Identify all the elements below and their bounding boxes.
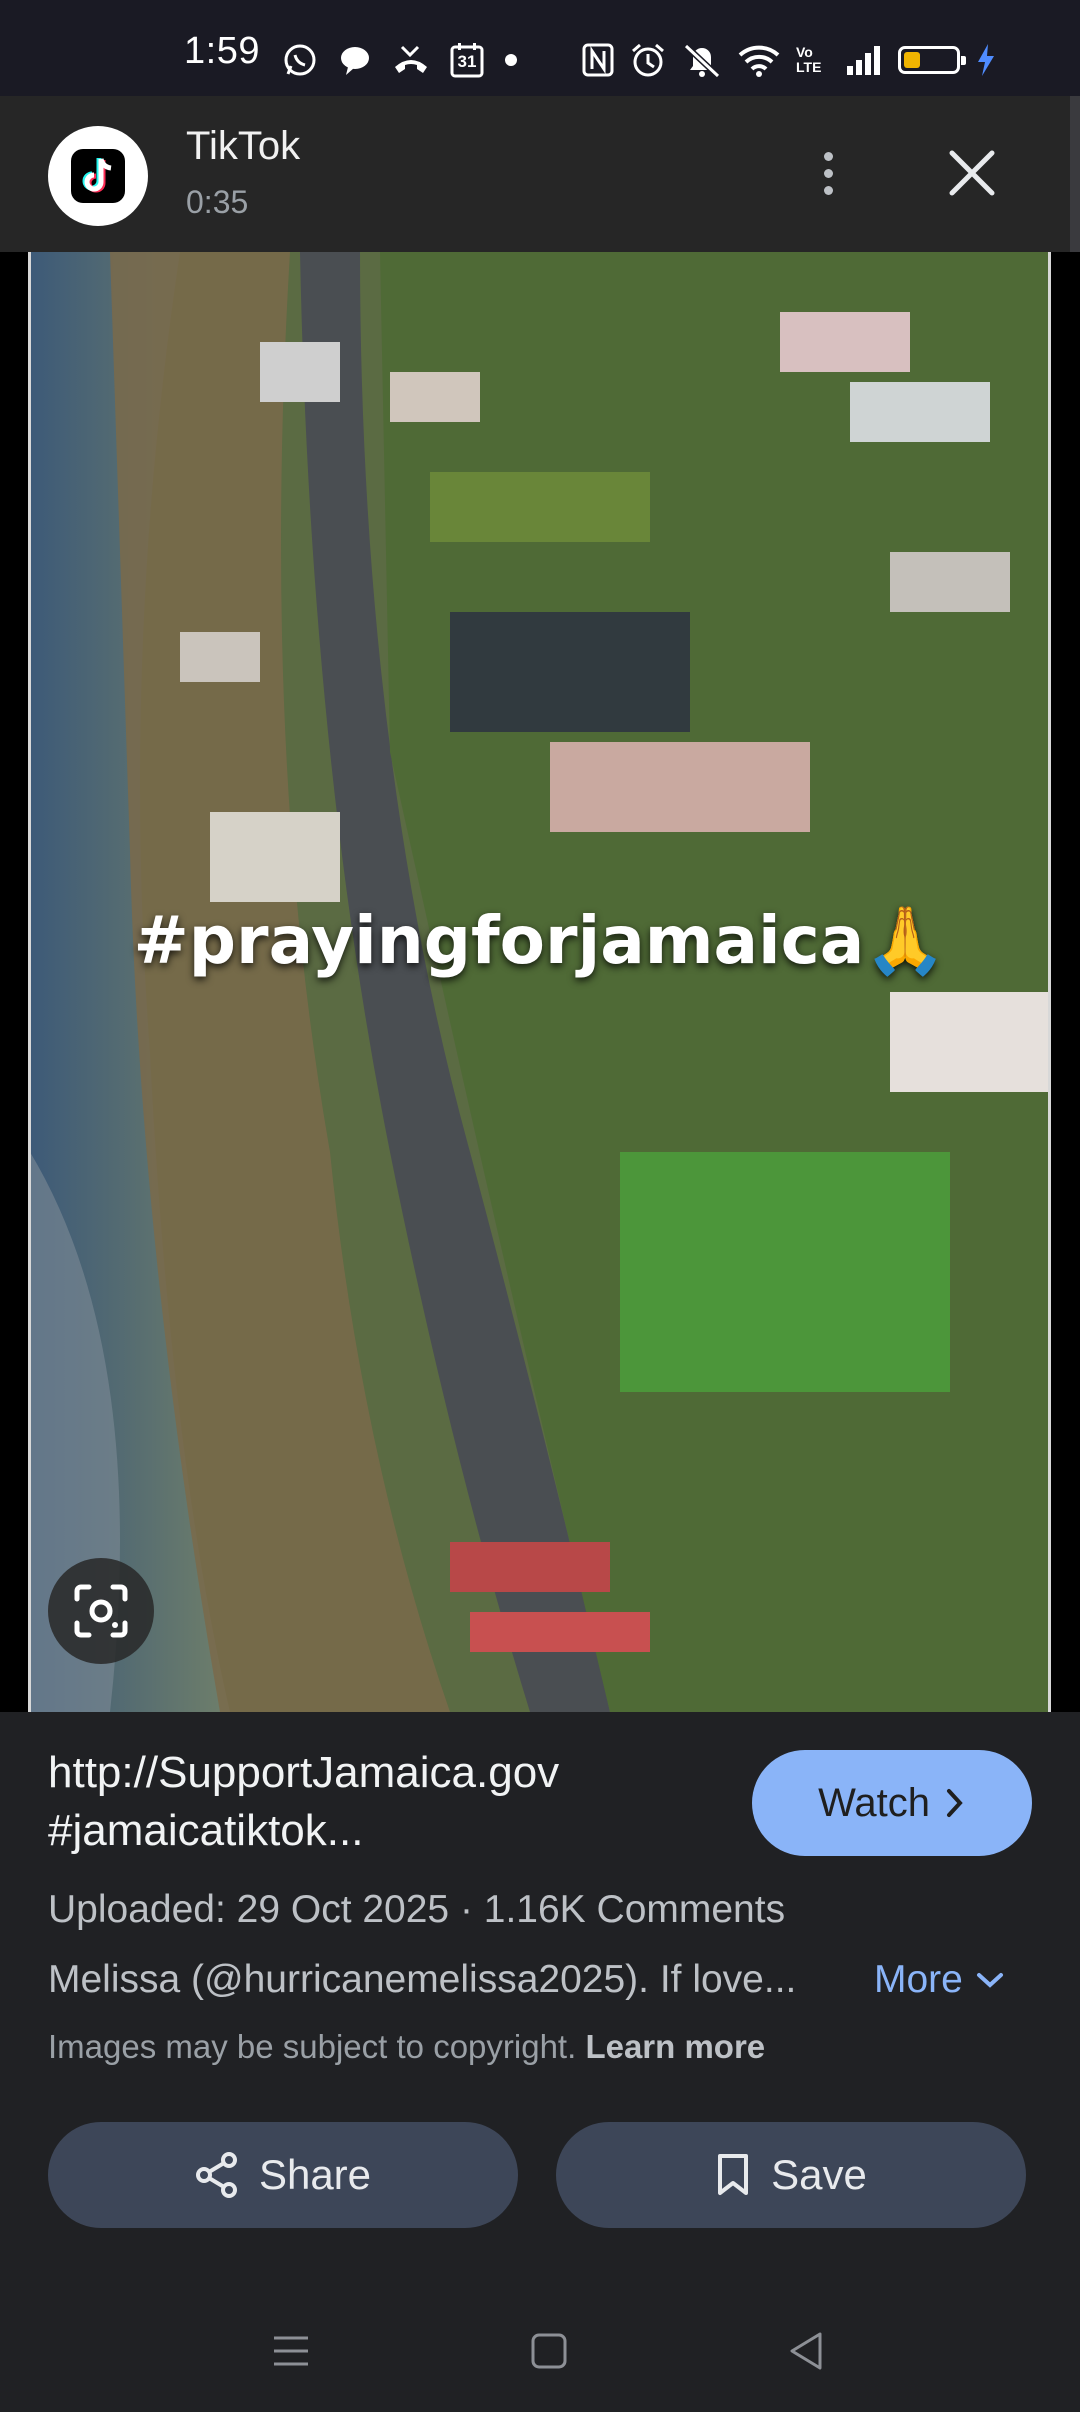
- more-label: More: [874, 1958, 963, 2001]
- system-icons: Vo LTE: [582, 38, 996, 82]
- share-label: Share: [258, 2151, 372, 2198]
- learn-more-link[interactable]: Learn more: [585, 2028, 765, 2065]
- whatsapp-icon: [282, 42, 318, 78]
- battery-icon: [898, 46, 966, 74]
- chevron-down-icon: [976, 1973, 1003, 1988]
- video-preview[interactable]: #prayingforjamaica🙏: [0, 252, 1080, 1712]
- frame-border-left: [28, 252, 31, 1712]
- description: Melissa (@hurricanemelissa2025). If love…: [48, 1958, 797, 2001]
- video-overlay-text: #prayingforjamaica🙏: [133, 902, 947, 979]
- system-nav-bar: [0, 2290, 1080, 2412]
- aerial-photo: [30, 252, 1050, 1712]
- result-title-line2[interactable]: #jamaicatiktok...: [48, 1806, 363, 1856]
- watch-button[interactable]: Watch: [752, 1750, 1032, 1856]
- frame-border-right: [1048, 252, 1051, 1712]
- calendar-icon: 31: [450, 42, 484, 78]
- menu-icon[interactable]: [266, 2326, 316, 2376]
- status-bar: 1:59 31 Vo LTE: [0, 0, 1080, 96]
- bookmark-icon: [718, 2154, 749, 2195]
- back-icon[interactable]: [782, 2326, 832, 2376]
- close-icon[interactable]: [940, 138, 1004, 208]
- source-title: TikTok: [186, 124, 301, 168]
- save-button[interactable]: Save: [556, 2122, 1026, 2228]
- mute-icon: [682, 42, 722, 78]
- more-vert-icon[interactable]: [800, 138, 856, 208]
- dot-icon: [504, 53, 518, 67]
- save-label: Save: [771, 2151, 867, 2198]
- more-button[interactable]: More: [874, 1958, 1005, 2002]
- missed-call-icon: [392, 43, 430, 77]
- result-title-line1[interactable]: http://SupportJamaica.gov: [48, 1748, 559, 1798]
- copyright-notice: Images may be subject to copyright. Lear…: [48, 2028, 765, 2066]
- share-button[interactable]: Share: [48, 2122, 518, 2228]
- wifi-icon: [738, 43, 780, 77]
- share-icon: [195, 2152, 237, 2198]
- nfc-icon: [582, 43, 614, 77]
- app-header: TikTok 0:35: [0, 96, 1080, 252]
- copyright-text: Images may be subject to copyright.: [48, 2028, 577, 2065]
- lens-icon[interactable]: [48, 1558, 154, 1664]
- alarm-icon: [630, 42, 666, 78]
- upload-meta: Uploaded: 29 Oct 2025 · 1.16K Comments: [48, 1888, 786, 1931]
- chat-icon: [338, 43, 372, 77]
- tiktok-logo-icon: [48, 126, 148, 226]
- result-info-panel: http://SupportJamaica.gov #jamaicatiktok…: [0, 1712, 1080, 2312]
- video-duration: 0:35: [186, 184, 249, 220]
- calendar-day: 31: [457, 52, 477, 71]
- watch-label: Watch: [818, 1780, 930, 1825]
- status-time: 1:59: [184, 30, 260, 72]
- chevron-right-icon: [946, 1789, 963, 1817]
- signal-icon: [846, 44, 882, 76]
- charging-icon: [976, 43, 996, 77]
- home-icon[interactable]: [524, 2326, 574, 2376]
- notification-icons: 31: [282, 40, 518, 80]
- volte-label: Vo LTE: [796, 44, 822, 75]
